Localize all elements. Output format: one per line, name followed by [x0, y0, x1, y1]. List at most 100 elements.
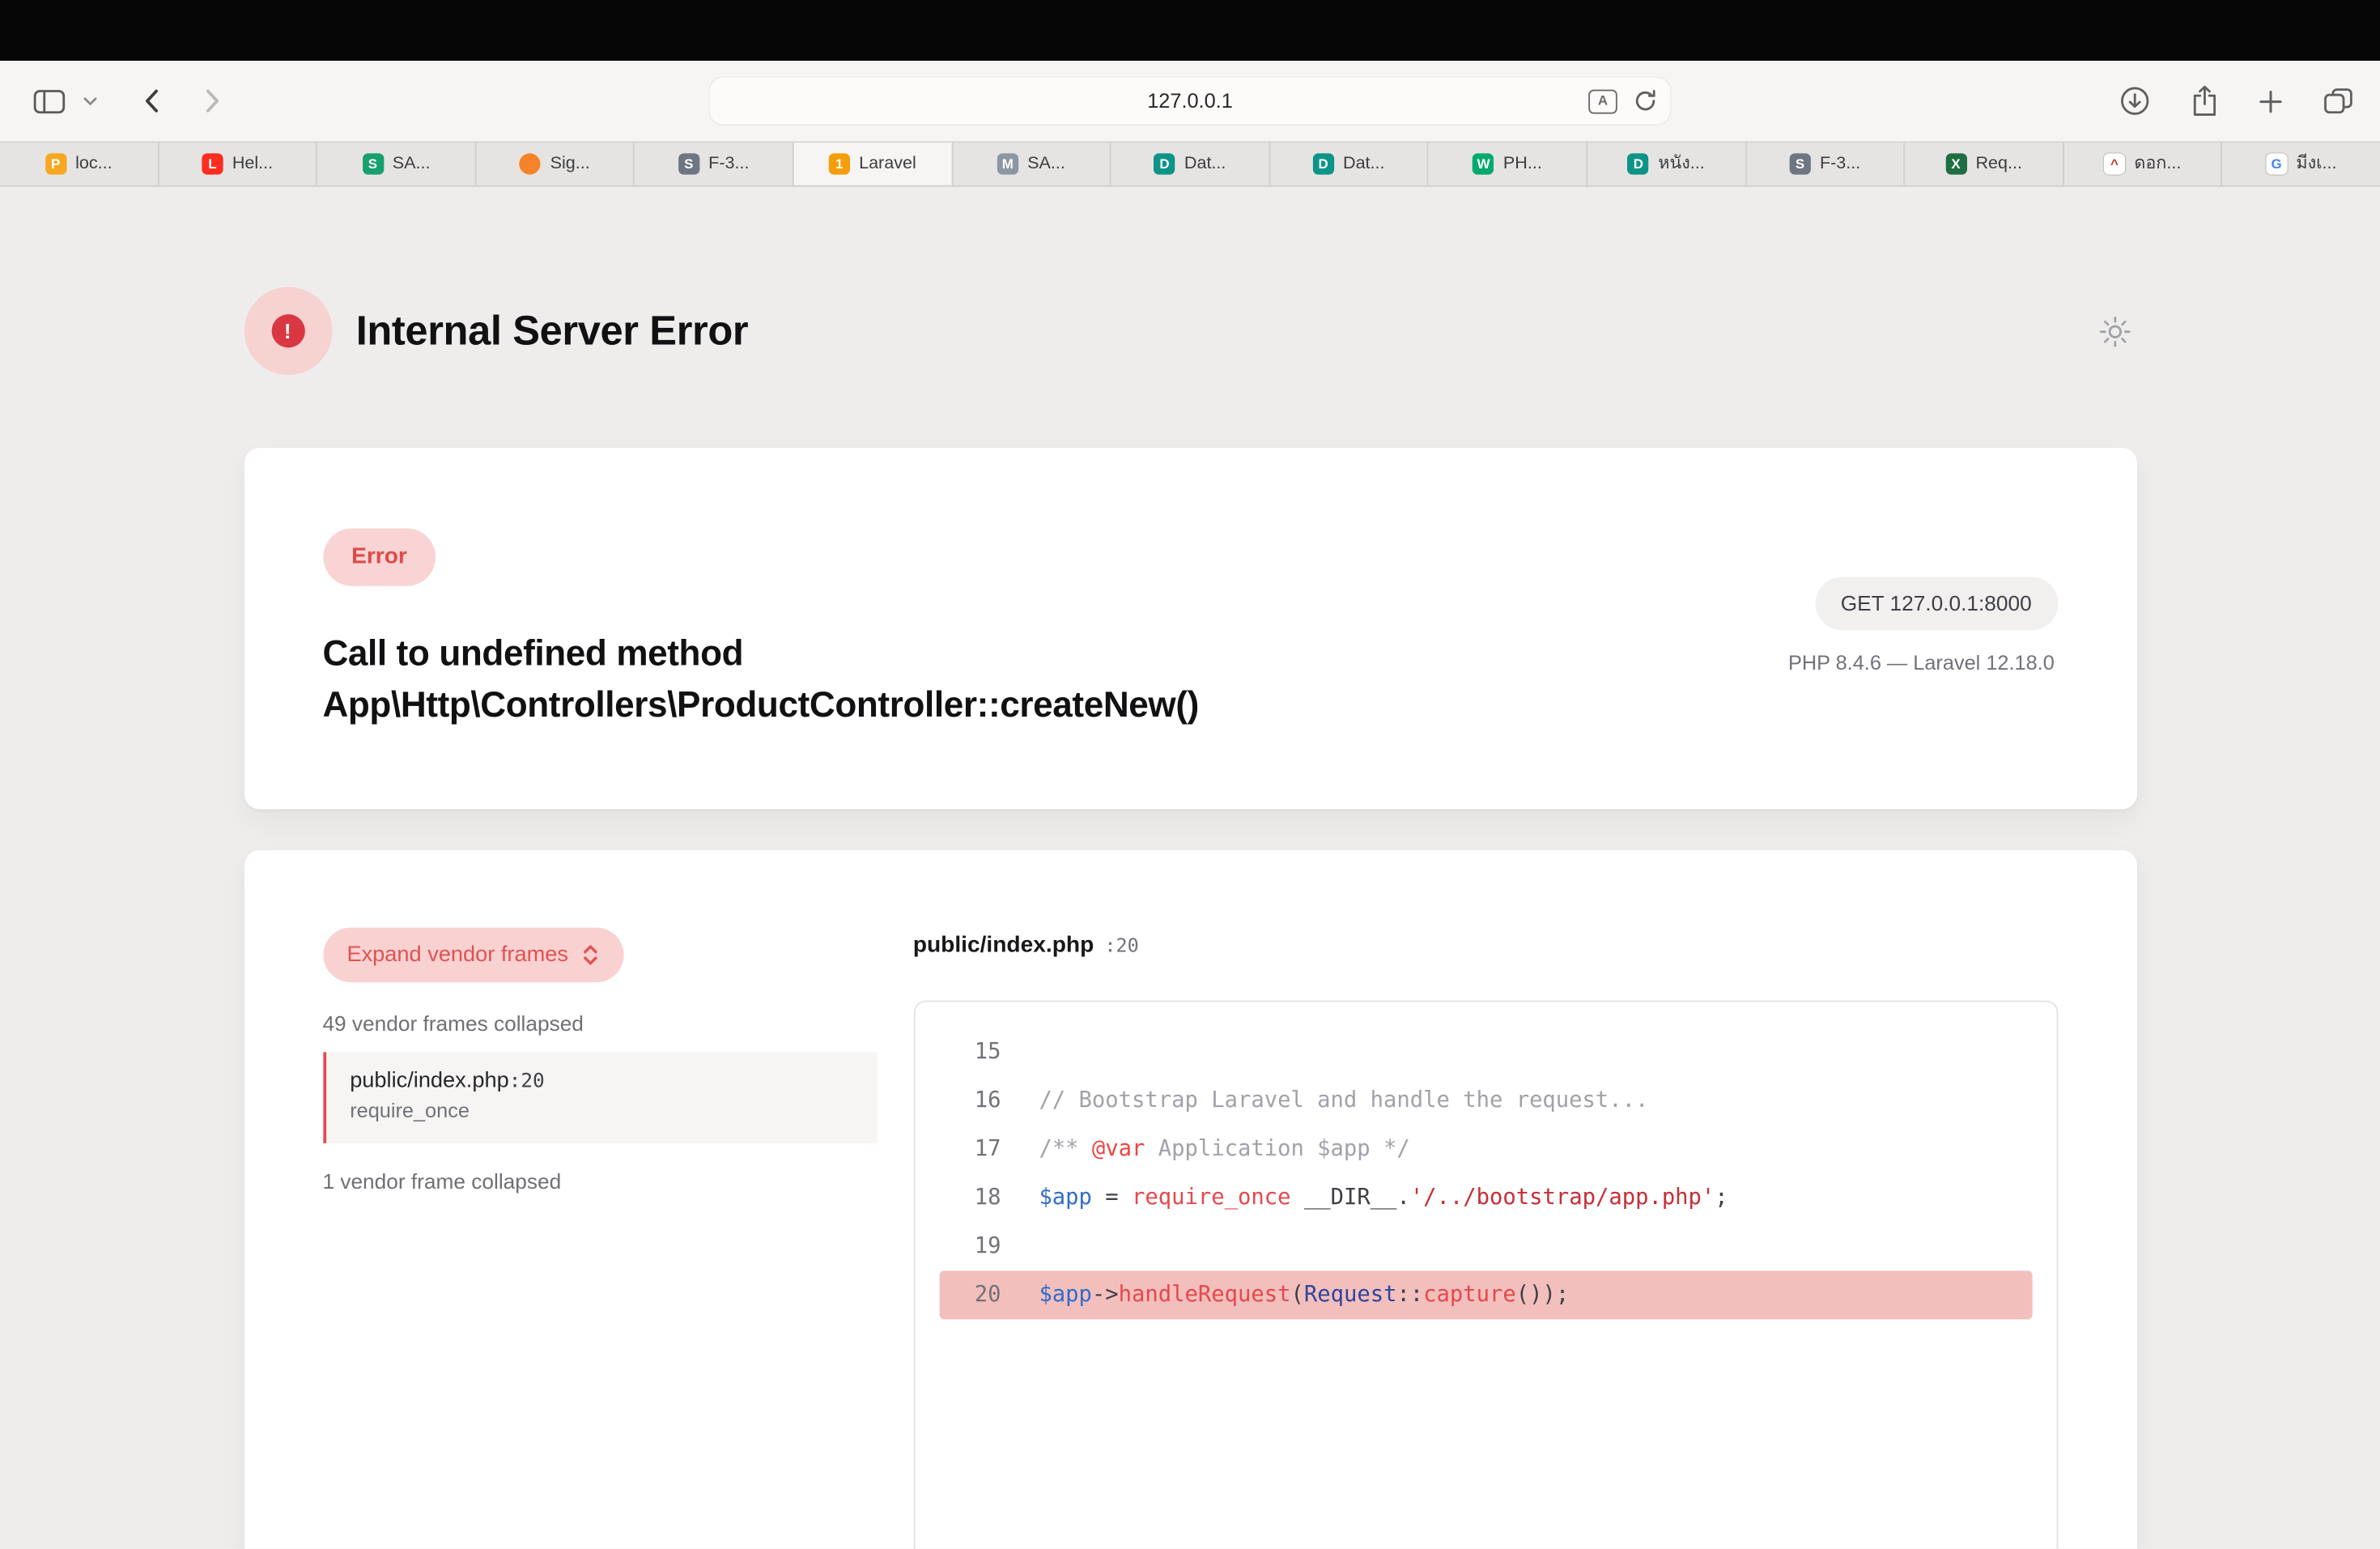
vendor-frame-collapsed-label: 1 vendor frame collapsed [322, 1169, 876, 1194]
share-button[interactable] [2186, 79, 2224, 123]
w3schools-favicon: W [1473, 153, 1494, 174]
request-method-badge: GET 127.0.0.1:8000 [1815, 577, 2058, 630]
code-line: 17 /** @var Application $app */ [939, 1125, 2032, 1173]
code-file-header: public/index.php :20 [913, 932, 2058, 958]
tab-bar: Ploc...LHel...SSA...Sig...SF-3...1Larave… [0, 141, 2380, 186]
code-line-ref: :20 [1104, 934, 1138, 956]
tab-label: F-3... [708, 155, 749, 173]
tab-label: Sig... [550, 155, 590, 173]
tab-label: Req... [1975, 155, 2022, 173]
tab-label: มีงเ... [2296, 151, 2336, 178]
s-green-favicon: S [362, 153, 383, 174]
browser-tab[interactable]: S F-3... [1746, 143, 1905, 185]
google-favicon: G [2266, 153, 2287, 174]
code-content: /** @var Application $app */ [1039, 1125, 1409, 1173]
address-url: 127.0.0.1 [1147, 90, 1233, 113]
browser-tab[interactable]: Sig... [476, 143, 635, 185]
tab-label: loc... [75, 155, 113, 173]
s-gray-favicon: S [1789, 153, 1810, 174]
numbered-favicon: 1 [829, 153, 850, 174]
excel-favicon: X [1945, 153, 1966, 174]
tab-label: ดอก... [2134, 151, 2181, 178]
stack-frame-item[interactable]: public/index.php:20 require_once [322, 1053, 876, 1144]
code-line: 15 [939, 1028, 2032, 1076]
error-badge: Error [322, 529, 436, 585]
database-favicon: D [1312, 153, 1333, 174]
phpmyadmin-favicon: P [45, 153, 66, 174]
browser-toolbar: 127.0.0.1 A [0, 61, 2380, 141]
sidebar-menu-button[interactable] [78, 91, 104, 112]
versions-label: PHP 8.4.6 — Laravel 12.18.0 [1788, 651, 2055, 674]
tab-label: Dat... [1184, 155, 1226, 173]
tab-label: SA... [1027, 155, 1065, 173]
sidebar-icon [33, 89, 65, 113]
theme-toggle-button[interactable] [2093, 309, 2136, 353]
code-line: 19 [939, 1222, 2032, 1270]
page-title: Internal Server Error [356, 308, 749, 355]
laravel-favicon: L [202, 153, 223, 174]
browser-tab[interactable]: Dหนัง... [1587, 143, 1746, 185]
browser-tab[interactable]: S SA... [317, 143, 476, 185]
red-chevrons-favicon: ^ [2104, 153, 2125, 174]
expand-vendor-frames-label: Expand vendor frames [346, 942, 568, 969]
browser-tab[interactable]: X Req... [1905, 143, 2063, 185]
browser-tab[interactable]: Ploc... [0, 143, 159, 185]
code-content: $app = require_once __DIR__.'/../bootstr… [1039, 1173, 1728, 1222]
vendor-frames-collapsed-label: 49 vendor frames collapsed [322, 1011, 876, 1036]
expand-vendor-frames-button[interactable]: Expand vendor frames [322, 928, 624, 983]
back-chevron-icon [142, 88, 159, 114]
tab-label: Laravel [859, 155, 916, 173]
code-file-name: public/index.php [913, 932, 1094, 958]
line-number: 15 [939, 1028, 1001, 1076]
frame-method-label: require_once [350, 1100, 852, 1122]
m-gray-favicon: M [997, 153, 1018, 174]
chevron-down-icon [83, 96, 97, 105]
browser-tab[interactable]: DDat... [1111, 143, 1270, 185]
page-background: ! Internal Server Error Error Call to un… [0, 187, 2380, 1549]
error-icon: ! [244, 287, 332, 375]
code-content: // Bootstrap Laravel and handle the requ… [1039, 1076, 1648, 1125]
browser-tab[interactable]: M SA... [953, 143, 1111, 185]
line-number: 17 [939, 1125, 1001, 1173]
sidebar-toggle-button[interactable] [28, 83, 71, 119]
line-number: 20 [939, 1270, 1001, 1319]
tab-overview-button[interactable] [2318, 82, 2359, 120]
browser-tab[interactable]: G มีงเ... [2223, 143, 2380, 185]
translate-icon[interactable]: A [1588, 89, 1617, 113]
share-icon [2192, 85, 2218, 117]
tab-label: PH... [1503, 155, 1542, 173]
browser-tab[interactable]: LHel... [159, 143, 317, 185]
browser-tab[interactable]: ^ ดอก... [2063, 143, 2222, 185]
downloads-button[interactable] [2113, 79, 2157, 123]
screen: 127.0.0.1 A [0, 0, 2380, 1549]
code-block: 1516// Bootstrap Laravel and handle the … [913, 1001, 2058, 1549]
forward-button[interactable] [199, 82, 228, 120]
tabs-overview-icon [2324, 88, 2353, 114]
exception-message-line2: App\Http\Controllers\ProductController::… [322, 678, 2057, 730]
error-card: Error Call to undefined method App\Http\… [244, 448, 2136, 809]
plus-icon [2259, 89, 2283, 113]
address-bar[interactable]: 127.0.0.1 A [710, 78, 1671, 125]
browser-tab[interactable]: 1 Laravel [794, 143, 953, 185]
exclamation-icon: ! [271, 314, 304, 347]
code-line: 20$app->handleRequest(Request::capture()… [939, 1270, 2032, 1319]
database-favicon: D [1628, 153, 1649, 174]
stack-trace-panel: Expand vendor frames 49 vendor frames co… [322, 928, 876, 1549]
reload-button[interactable] [1634, 90, 1656, 113]
frame-file-label: public/index.php:20 [350, 1067, 852, 1095]
menu-bar [0, 0, 2380, 61]
code-line: 16// Bootstrap Laravel and handle the re… [939, 1076, 2032, 1125]
exception-message: Call to undefined method App\Http\Contro… [322, 626, 2057, 730]
tab-label: SA... [393, 155, 431, 173]
line-number: 19 [939, 1222, 1001, 1270]
browser-tab[interactable]: SF-3... [635, 143, 793, 185]
browser-tab[interactable]: D Dat... [1270, 143, 1429, 185]
chevrons-up-down-icon [582, 943, 601, 967]
download-icon [2119, 85, 2151, 117]
tab-label: Dat... [1343, 155, 1385, 173]
browser-tab[interactable]: W PH... [1429, 143, 1587, 185]
tab-label: F-3... [1820, 155, 1860, 173]
new-tab-button[interactable] [2253, 83, 2289, 119]
forward-chevron-icon [205, 88, 222, 114]
back-button[interactable] [137, 82, 166, 120]
